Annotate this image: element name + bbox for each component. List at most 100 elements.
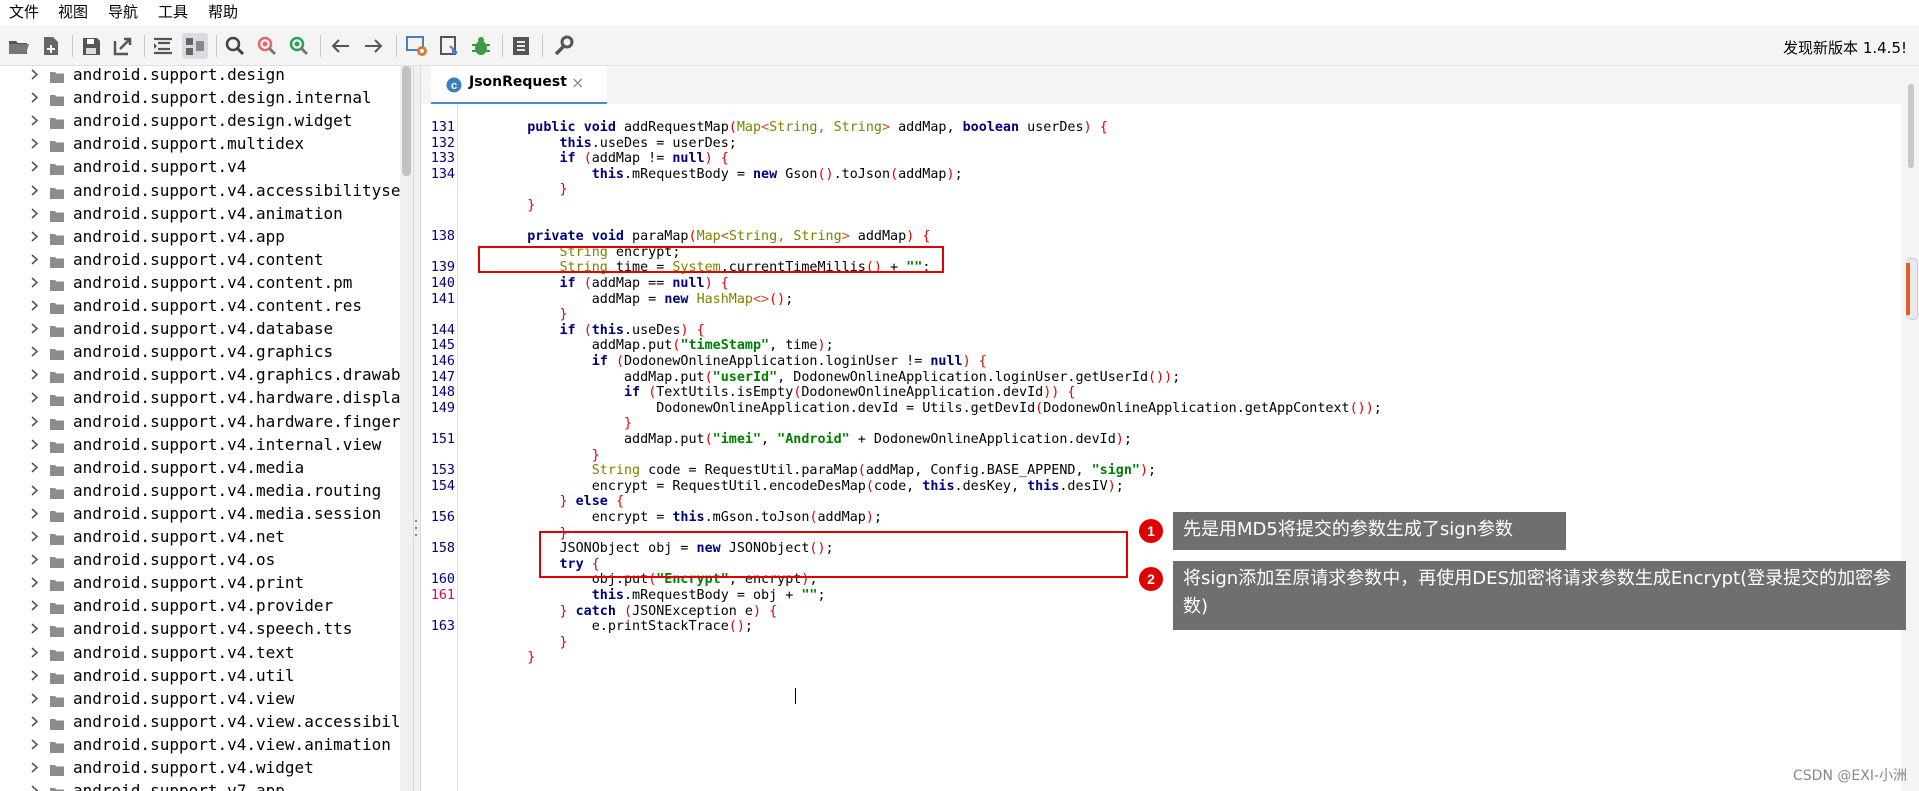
chevron-right-icon[interactable]: [28, 155, 42, 178]
decompile-settings-icon[interactable]: [404, 33, 430, 59]
tree-item[interactable]: android.support.design.internal: [0, 86, 400, 109]
tree-item-label: android.support.v4.database: [73, 319, 334, 339]
package-folder-icon: [50, 252, 64, 268]
back-icon[interactable]: [328, 33, 354, 59]
chevron-right-icon[interactable]: [28, 479, 42, 502]
tree-item[interactable]: android.support.v4.net: [0, 525, 400, 548]
chevron-right-icon[interactable]: [28, 687, 42, 710]
tab-close-icon[interactable]: ×: [571, 73, 584, 92]
menu-file[interactable]: 文件: [9, 0, 39, 25]
chevron-right-icon[interactable]: [28, 340, 42, 363]
chevron-right-icon[interactable]: [28, 571, 42, 594]
menu-tools[interactable]: 工具: [158, 0, 188, 25]
tree-item[interactable]: android.support.v4.media: [0, 456, 400, 479]
tree-item[interactable]: android.support.v4.media.session: [0, 502, 400, 525]
flatten-packages-icon[interactable]: [182, 33, 208, 59]
tree-item[interactable]: android.support.v4.hardware.fingerpr: [0, 410, 400, 433]
search-class-icon[interactable]: [254, 33, 280, 59]
tree-item[interactable]: android.support.v4.hardware.display: [0, 386, 400, 409]
tree-item[interactable]: android.support.v4.graphics.drawable: [0, 363, 400, 386]
chevron-right-icon[interactable]: [28, 456, 42, 479]
pane-splitter[interactable]: [413, 66, 421, 791]
chevron-right-icon[interactable]: [28, 710, 42, 733]
menu-help[interactable]: 帮助: [208, 0, 238, 25]
log-viewer-icon[interactable]: [508, 33, 534, 59]
tree-item[interactable]: android.support.v4.media.routing: [0, 479, 400, 502]
tree-item[interactable]: android.support.v4.view: [0, 687, 400, 710]
chevron-right-icon[interactable]: [28, 132, 42, 155]
tree-item[interactable]: android.support.v4.graphics: [0, 340, 400, 363]
tree-item[interactable]: android.support.v4.accessibilityserv: [0, 179, 400, 202]
chevron-right-icon[interactable]: [28, 664, 42, 687]
tree-item-label: android.support.v4.app: [73, 226, 285, 246]
chevron-right-icon[interactable]: [28, 594, 42, 617]
open-folder-icon[interactable]: [6, 33, 32, 59]
chevron-right-icon[interactable]: [28, 756, 42, 779]
tree-item-label: android.support.v4.accessibilityserv: [73, 180, 400, 200]
tree-item[interactable]: android.support.v4: [0, 155, 400, 178]
menu-navigate[interactable]: 导航: [108, 0, 138, 25]
tree-item[interactable]: android.support.v4.internal.view: [0, 433, 400, 456]
chevron-right-icon[interactable]: [28, 66, 42, 86]
sidebar-scrollbar-thumb[interactable]: [402, 66, 411, 176]
tree-item[interactable]: android.support.v4.database: [0, 317, 400, 340]
chevron-right-icon[interactable]: [28, 433, 42, 456]
tree-item[interactable]: android.support.v4.print: [0, 571, 400, 594]
tree-item[interactable]: android.support.design.widget: [0, 109, 400, 132]
tree-item[interactable]: android.support.v4.widget: [0, 756, 400, 779]
tree-item[interactable]: android.support.v4.os: [0, 548, 400, 571]
chevron-right-icon[interactable]: [28, 386, 42, 409]
export-icon[interactable]: [110, 33, 136, 59]
chevron-right-icon[interactable]: [28, 617, 42, 640]
tree-item[interactable]: android.support.v4.content: [0, 248, 400, 271]
tree-item[interactable]: android.support.v4.speech.tts: [0, 617, 400, 640]
chevron-right-icon[interactable]: [28, 179, 42, 202]
chevron-right-icon[interactable]: [28, 294, 42, 317]
bookmark-icon[interactable]: [436, 33, 462, 59]
preferences-icon[interactable]: [550, 33, 576, 59]
chevron-right-icon[interactable]: [28, 733, 42, 756]
code-editor[interactable]: 131 public void addRequestMap(Map<String…: [421, 104, 1901, 791]
tab-jsonrequest[interactable]: c JsonRequest ×: [431, 66, 607, 105]
chevron-right-icon[interactable]: [28, 363, 42, 386]
chevron-right-icon[interactable]: [28, 410, 42, 433]
debug-icon[interactable]: [468, 33, 494, 59]
chevron-right-icon[interactable]: [28, 641, 42, 664]
package-folder-icon: [50, 159, 64, 176]
add-files-icon[interactable]: [38, 33, 64, 59]
save-icon[interactable]: [78, 33, 104, 59]
sync-tree-icon[interactable]: [150, 33, 176, 59]
tree-item[interactable]: android.support.v4.app: [0, 225, 400, 248]
chevron-right-icon[interactable]: [28, 525, 42, 548]
tree-item[interactable]: android.support.v4.content.pm: [0, 271, 400, 294]
chevron-right-icon[interactable]: [28, 202, 42, 225]
tree-item[interactable]: android.support.design: [0, 66, 400, 86]
chevron-right-icon[interactable]: [28, 779, 42, 791]
search-icon[interactable]: [222, 33, 248, 59]
chevron-right-icon[interactable]: [28, 109, 42, 132]
tree-item[interactable]: android.support.v4.content.res: [0, 294, 400, 317]
menu-view[interactable]: 视图: [58, 0, 88, 25]
chevron-right-icon[interactable]: [28, 225, 42, 248]
tree-item[interactable]: android.support.v4.util: [0, 664, 400, 687]
package-folder-icon: [50, 67, 64, 83]
tree-item[interactable]: android.support.v4.provider: [0, 594, 400, 617]
forward-icon[interactable]: [360, 33, 386, 59]
tree-item[interactable]: android.support.v4.view.accessibilit: [0, 710, 400, 733]
chevron-right-icon[interactable]: [28, 548, 42, 571]
chevron-right-icon[interactable]: [28, 271, 42, 294]
tree-item[interactable]: android.support.v7.app: [0, 779, 400, 791]
tree-item[interactable]: android.support.v4.animation: [0, 202, 400, 225]
tree-item-label: android.support.v4.internal.view: [73, 434, 382, 454]
search-usage-icon[interactable]: [286, 33, 312, 59]
splitter-grip-icon[interactable]: [414, 518, 418, 538]
editor-scrollbar[interactable]: [1901, 66, 1919, 791]
tree-item[interactable]: android.support.v4.view.animation: [0, 733, 400, 756]
tree-item[interactable]: android.support.v4.text: [0, 641, 400, 664]
update-notice[interactable]: 发现新版本 1.4.5!: [1783, 37, 1907, 58]
chevron-right-icon[interactable]: [28, 317, 42, 340]
tree-item[interactable]: android.support.multidex: [0, 132, 400, 155]
chevron-right-icon[interactable]: [28, 86, 42, 109]
chevron-right-icon[interactable]: [28, 248, 42, 271]
chevron-right-icon[interactable]: [28, 502, 42, 525]
